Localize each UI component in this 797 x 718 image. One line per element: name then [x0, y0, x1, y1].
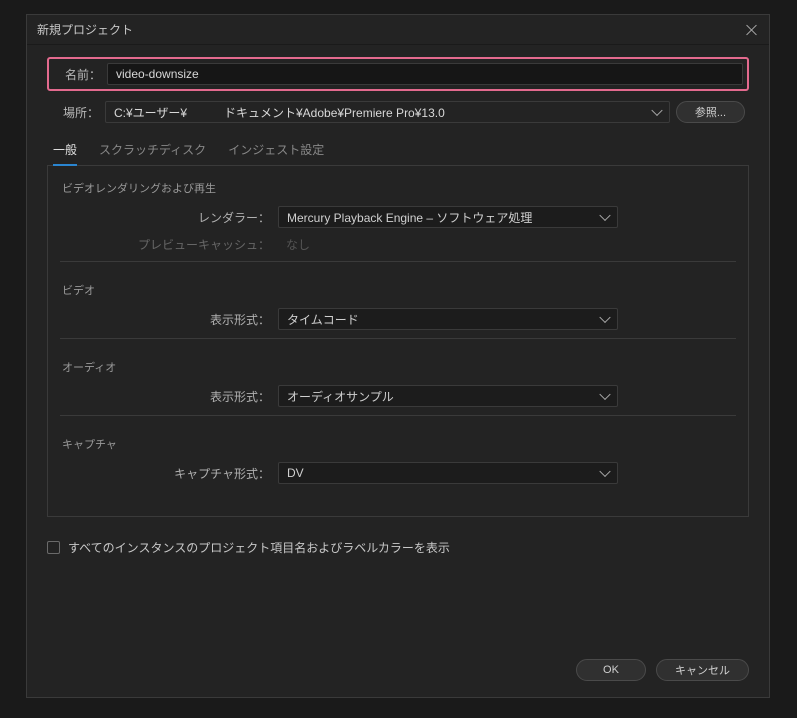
location-path-2: ドキュメント¥Adobe¥Premiere Pro¥13.0	[224, 104, 645, 121]
titlebar: 新規プロジェクト	[27, 15, 769, 45]
chevron-down-icon	[599, 466, 610, 477]
show-labels-row: すべてのインスタンスのプロジェクト項目名およびラベルカラーを表示	[47, 539, 749, 556]
tab-scratch-disks[interactable]: スクラッチディスク	[99, 141, 206, 166]
group-video-rendering: ビデオレンダリングおよび再生 レンダラー： Mercury Playback E…	[60, 180, 736, 262]
chevron-down-icon	[599, 210, 610, 221]
audio-format-select[interactable]: オーディオサンプル	[278, 385, 618, 407]
browse-button[interactable]: 参照...	[676, 101, 745, 123]
divider	[60, 261, 736, 262]
video-format-select[interactable]: タイムコード	[278, 308, 618, 330]
group-title-video: ビデオ	[60, 282, 736, 298]
group-title-capture: キャプチャ	[60, 436, 736, 452]
name-label: 名前：	[53, 66, 101, 83]
video-format-label: 表示形式：	[60, 311, 278, 328]
close-icon[interactable]	[745, 23, 759, 37]
tab-general[interactable]: 一般	[53, 141, 77, 166]
video-format-value: タイムコード	[287, 311, 359, 328]
divider	[60, 338, 736, 339]
location-label: 場所：	[51, 104, 99, 121]
preview-cache-value: なし	[278, 236, 310, 253]
dialog-title: 新規プロジェクト	[37, 21, 133, 38]
group-audio: オーディオ 表示形式： オーディオサンプル	[60, 359, 736, 416]
dialog-content: 名前： 場所： C:¥ユーザー¥ ドキュメント¥Adobe¥Premiere P…	[27, 45, 769, 647]
audio-format-value: オーディオサンプル	[287, 388, 394, 405]
chevron-down-icon	[651, 105, 662, 116]
renderer-select[interactable]: Mercury Playback Engine – ソフトウェア処理	[278, 206, 618, 228]
location-path-1: C:¥ユーザー¥	[114, 104, 224, 121]
group-title-rendering: ビデオレンダリングおよび再生	[60, 180, 736, 196]
group-title-audio: オーディオ	[60, 359, 736, 375]
capture-format-value: DV	[287, 466, 304, 480]
divider	[60, 415, 736, 416]
dialog-footer: OK キャンセル	[27, 647, 769, 697]
name-row-highlight: 名前：	[47, 57, 749, 91]
general-panel: ビデオレンダリングおよび再生 レンダラー： Mercury Playback E…	[47, 165, 749, 517]
capture-format-select[interactable]: DV	[278, 462, 618, 484]
audio-format-label: 表示形式：	[60, 388, 278, 405]
new-project-dialog: 新規プロジェクト 名前： 場所： C:¥ユーザー¥ ドキュメント¥Adobe¥P…	[26, 14, 770, 698]
name-input[interactable]	[107, 63, 743, 85]
capture-format-label: キャプチャ形式：	[60, 465, 278, 482]
group-capture: キャプチャ キャプチャ形式： DV	[60, 436, 736, 484]
tabs: 一般 スクラッチディスク インジェスト設定	[47, 141, 749, 166]
renderer-label: レンダラー：	[60, 209, 278, 226]
chevron-down-icon	[599, 389, 610, 400]
location-select[interactable]: C:¥ユーザー¥ ドキュメント¥Adobe¥Premiere Pro¥13.0	[105, 101, 670, 123]
show-labels-label: すべてのインスタンスのプロジェクト項目名およびラベルカラーを表示	[68, 539, 450, 556]
ok-button[interactable]: OK	[576, 659, 646, 681]
renderer-value: Mercury Playback Engine – ソフトウェア処理	[287, 209, 532, 226]
tab-ingest-settings[interactable]: インジェスト設定	[228, 141, 324, 166]
preview-cache-label: プレビューキャッシュ：	[60, 236, 278, 253]
chevron-down-icon	[599, 312, 610, 323]
group-video: ビデオ 表示形式： タイムコード	[60, 282, 736, 339]
show-labels-checkbox[interactable]	[47, 541, 60, 554]
cancel-button[interactable]: キャンセル	[656, 659, 749, 681]
